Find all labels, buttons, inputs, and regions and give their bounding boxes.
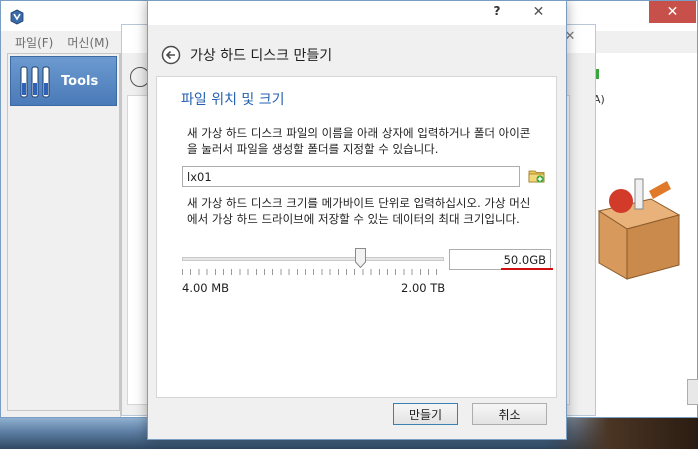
- slider-track: [182, 257, 444, 261]
- side-button[interactable]: [687, 379, 698, 405]
- size-description: 새 가상 하드 디스크 크기를 메가바이트 단위로 입력하십시오. 가상 머신에…: [187, 196, 531, 226]
- dialog-close-button[interactable]: ✕: [515, 1, 562, 23]
- main-close-button[interactable]: ✕: [649, 1, 696, 23]
- tools-pane: Tools: [7, 53, 120, 411]
- slider-thumb[interactable]: [355, 248, 367, 268]
- tools-label: Tools: [61, 74, 99, 89]
- tools-item[interactable]: Tools: [10, 56, 117, 106]
- menu-file[interactable]: 파일(F): [15, 34, 53, 51]
- virtualbox-logo-icon: [10, 9, 24, 25]
- size-annotation-underline: [501, 268, 553, 270]
- file-location-input[interactable]: [182, 166, 520, 187]
- dialog-titlebar: ? ✕: [148, 1, 566, 25]
- toolbox-illustration-icon: [597, 178, 681, 280]
- help-button[interactable]: ?: [487, 4, 507, 22]
- folder-browse-icon[interactable]: [528, 167, 546, 185]
- tools-icon: [20, 66, 50, 98]
- disk-size-input[interactable]: [449, 249, 551, 270]
- desktop-wallpaper-detail: [548, 418, 698, 449]
- cancel-button[interactable]: 취소: [472, 403, 547, 425]
- slider-max-label: 2.00 TB: [401, 281, 446, 295]
- create-button[interactable]: 만들기: [393, 403, 458, 425]
- create-virtual-disk-dialog: ? ✕ 가상 하드 디스크 만들기 파일 위치 및 크기 새 가상 하드 디스크…: [147, 0, 567, 440]
- slider-min-label: 4.00 MB: [182, 281, 230, 295]
- back-arrow-icon[interactable]: [161, 45, 181, 65]
- slider-ticks: [182, 269, 444, 275]
- menu-machine[interactable]: 머신(M): [67, 34, 109, 51]
- wizard-page: 파일 위치 및 크기 새 가상 하드 디스크 파일의 이름을 아래 상자에 입력…: [156, 76, 557, 398]
- file-location-description: 새 가상 하드 디스크 파일의 이름을 아래 상자에 입력하거나 폴더 아이콘을…: [187, 126, 531, 156]
- section-title: 파일 위치 및 크기: [181, 92, 285, 108]
- dialog-title: 가상 하드 디스크 만들기: [190, 48, 333, 64]
